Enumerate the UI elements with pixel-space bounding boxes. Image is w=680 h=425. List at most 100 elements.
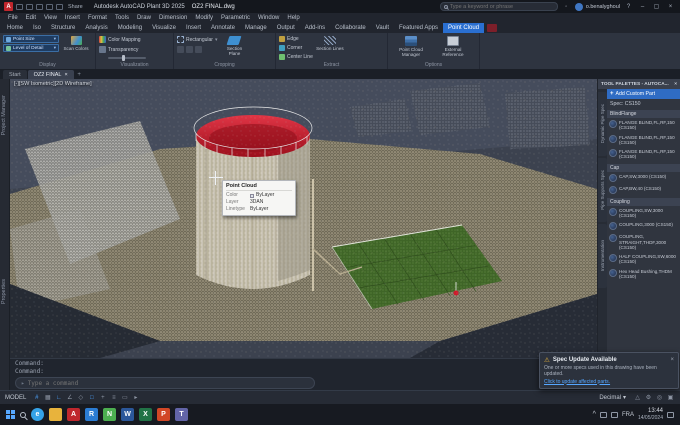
crop-invert-icon[interactable] [186, 46, 193, 53]
palette-item[interactable]: CAP,SW,3000 (CS150) [607, 172, 680, 184]
transparency-slider[interactable] [108, 55, 146, 61]
viewport-controls[interactable]: [-][SW Isometric][2D Wireframe] [14, 81, 92, 87]
undo-icon[interactable] [46, 3, 53, 10]
search-input[interactable] [449, 3, 554, 10]
extract-edge-button[interactable]: Edge [279, 35, 313, 43]
tab-output[interactable]: Output [272, 23, 300, 33]
help-icon[interactable]: ? [623, 0, 634, 13]
ribbon-extra-icon[interactable] [487, 24, 498, 32]
osnap-icon[interactable]: □ [87, 395, 96, 401]
menu-edit[interactable]: Edit [22, 15, 40, 21]
section-plane-button[interactable]: Section Plane [220, 35, 248, 61]
snap-icon[interactable]: ▦ [43, 394, 52, 401]
units-dropdown[interactable]: Decimal ▾ [599, 394, 626, 402]
ortho-icon[interactable]: ∟ [54, 395, 63, 401]
windows-start-button[interactable] [6, 410, 15, 419]
crop-play-icon[interactable] [177, 46, 184, 53]
taskbar-app-file-explorer[interactable] [49, 408, 62, 421]
menu-modify[interactable]: Modify [191, 15, 217, 21]
notification-center-icon[interactable] [667, 411, 674, 418]
isolate-objects-icon[interactable]: ◎ [655, 394, 664, 401]
avatar[interactable] [574, 2, 583, 11]
transparency-toggle-icon[interactable]: ▭ [120, 394, 129, 401]
onedrive-icon[interactable] [599, 411, 607, 418]
scan-colors-button[interactable]: Scan Colors [62, 35, 90, 61]
taskbar-app-navisworks[interactable]: N [103, 408, 116, 421]
menu-file[interactable]: File [4, 15, 22, 21]
save-icon[interactable] [36, 3, 43, 10]
point-cloud-manager-button[interactable]: Point Cloud Manager [391, 35, 431, 61]
windows-search-icon[interactable] [20, 411, 26, 418]
drawing-viewport[interactable]: [-][SW Isometric][2D Wireframe] Point Cl… [10, 79, 597, 358]
bell-icon[interactable]: ◦ [561, 0, 572, 13]
add-custom-part-button[interactable]: + Add Custom Part [607, 89, 680, 99]
point-size-dropdown[interactable]: Point Size ▾ [3, 35, 59, 43]
workspace-gear-icon[interactable]: ⚙ [644, 394, 653, 401]
palette-tab-pipe-supports-spec[interactable]: Pipe Supports Spec [598, 158, 607, 222]
tab-point-cloud[interactable]: Point Cloud [443, 23, 485, 33]
tab-featured-apps[interactable]: Featured Apps [394, 23, 443, 33]
tool-palettes-header[interactable]: TOOL PALETTES - AUTOCA... × [598, 79, 680, 89]
panel-label-cropping[interactable]: Cropping [174, 62, 275, 68]
model-space-label[interactable]: MODEL [5, 395, 26, 401]
close-button[interactable]: × [665, 0, 676, 13]
palette-item[interactable]: Hex Head Bushing,THDM (CS150) [607, 267, 680, 282]
taskbar-app-autocad[interactable]: A [67, 408, 80, 421]
menu-draw[interactable]: Draw [133, 15, 155, 21]
grid-icon[interactable]: # [32, 395, 41, 401]
palette-tab-dynamic-pipe-spec[interactable]: Dynamic Pipe Spec [598, 92, 607, 156]
tab-addins[interactable]: Add-ins [300, 23, 330, 33]
extract-corner-button[interactable]: Corner [279, 44, 313, 52]
palette-item[interactable]: COUPLING,SW,3000 (CS150) [607, 206, 680, 221]
spec-update-toast[interactable]: ⚠ Spec Update Available × One or more sp… [539, 352, 679, 389]
tab-vault[interactable]: Vault [371, 23, 394, 33]
lineweight-icon[interactable]: ≡ [109, 395, 118, 401]
infocenter-search[interactable] [439, 2, 558, 11]
language-indicator[interactable]: FRA [622, 412, 634, 418]
palette-tab-instrumentation[interactable]: Instrumentation [598, 224, 607, 288]
menu-format[interactable]: Format [84, 15, 111, 21]
external-reference-button[interactable]: External Reference [434, 35, 472, 61]
network-icon[interactable] [610, 411, 618, 418]
panel-label-options[interactable]: Options [388, 62, 479, 68]
polar-tracking-icon[interactable]: ∠ [65, 394, 74, 401]
rectangular-crop-dropdown[interactable]: Rectangular ▾ [177, 35, 217, 44]
share-button[interactable]: Share [68, 4, 83, 10]
palette-item[interactable]: FLANGE BLIND,FL,RF,150 (CS150) [607, 147, 680, 162]
section-lines-button[interactable]: Section Lines [316, 35, 344, 61]
signed-in-user[interactable]: o.benalyghoul [586, 4, 620, 10]
menu-dimension[interactable]: Dimension [155, 15, 191, 21]
palette-item[interactable]: COUPLING, STRAIGHT,THDF,3000 (CS150) [607, 232, 680, 252]
taskbar-app-recap[interactable]: R [85, 408, 98, 421]
extract-center-line-button[interactable]: Center Line [279, 53, 313, 61]
panel-label-visualization[interactable]: Visualization [96, 62, 173, 68]
object-snap-tracking-icon[interactable]: + [98, 395, 107, 401]
taskbar-app-excel[interactable]: X [139, 408, 152, 421]
close-tab-icon[interactable]: × [64, 72, 67, 78]
tab-visualize[interactable]: Visualize [147, 23, 181, 33]
tab-manage[interactable]: Manage [240, 23, 272, 33]
command-input-box[interactable]: ▸ [15, 377, 315, 389]
new-tab-button[interactable]: + [75, 70, 84, 79]
doc-tab-oz2-final[interactable]: OZ2 FINAL × [27, 70, 74, 79]
tab-structure[interactable]: Structure [46, 23, 80, 33]
palette-item[interactable]: FLANGE BLIND,FL,RF,150 (CS150) [607, 118, 680, 133]
tab-modeling[interactable]: Modeling [113, 23, 147, 33]
tray-expand-icon[interactable]: ^ [593, 411, 596, 418]
taskbar-app-powerpoint[interactable]: P [157, 408, 170, 421]
menu-help[interactable]: Help [283, 15, 303, 21]
menu-parametric[interactable]: Parametric [217, 15, 254, 21]
clock[interactable]: 13:44 14/05/2024 [638, 408, 663, 421]
group-cap[interactable]: Cap [607, 163, 680, 172]
level-of-detail-dropdown[interactable]: Level of Detail ▾ [3, 44, 59, 52]
menu-tools[interactable]: Tools [111, 15, 133, 21]
palette-item[interactable]: FLANGE BLIND,FL,RF,150 (CS150) [607, 133, 680, 148]
selection-cycling-icon[interactable]: ▸ [131, 394, 140, 401]
tab-annotate[interactable]: Annotate [206, 23, 240, 33]
autocad-logo-icon[interactable]: A [4, 2, 13, 11]
annotation-scale-icon[interactable]: △ [633, 394, 642, 401]
new-file-icon[interactable] [16, 3, 23, 10]
taskbar-app-edge[interactable]: e [31, 408, 44, 421]
panel-label-extract[interactable]: Extract [276, 62, 387, 68]
uncrop-icon[interactable] [195, 46, 202, 53]
